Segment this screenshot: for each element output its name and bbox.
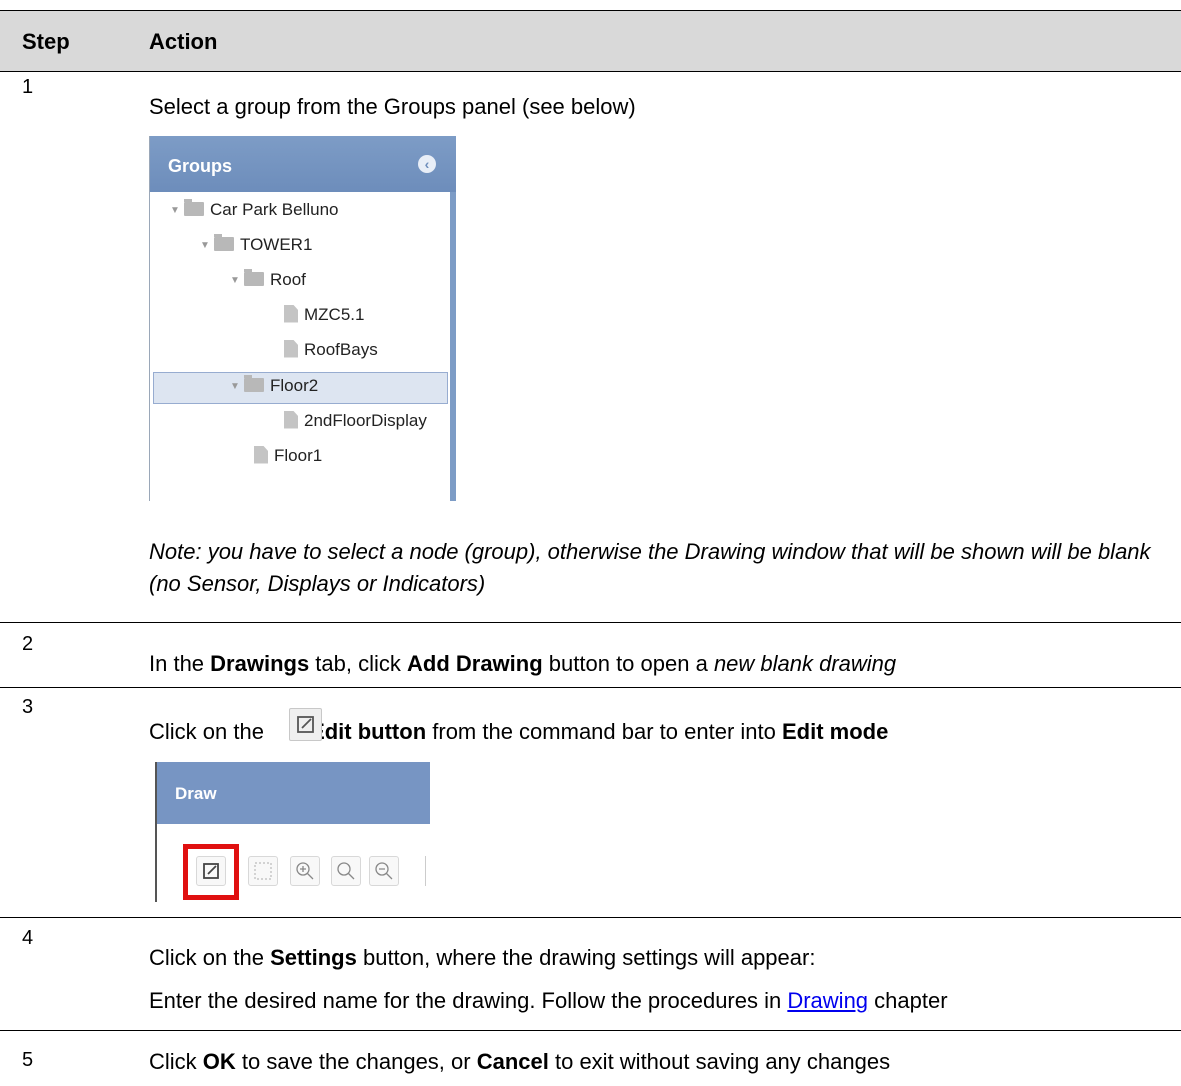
file-icon: [284, 304, 298, 323]
folder-icon: [184, 198, 204, 216]
groups-panel-header: Groups ‹: [150, 136, 456, 192]
zoom-in-icon[interactable]: [290, 856, 320, 886]
tree-node-label: Floor1: [274, 446, 323, 465]
tree-node-label: Roof: [270, 270, 306, 289]
drawing-link[interactable]: Drawing: [787, 988, 868, 1013]
expand-arrow-icon[interactable]: ▼: [200, 240, 214, 251]
header-action: Action: [149, 29, 218, 54]
file-icon: [284, 411, 298, 429]
tree-node-label: Car Park Belluno: [210, 200, 339, 219]
step-number: 3: [22, 696, 34, 718]
row-divider: [0, 622, 1181, 623]
groups-panel-title: Groups: [168, 156, 233, 176]
tree-node[interactable]: ▼ Car Park Belluno: [170, 198, 339, 232]
step-text: Click on the Edit button from the comman…: [149, 719, 889, 744]
tree-node[interactable]: MZC5.1: [284, 304, 365, 337]
header-step: Step: [22, 29, 70, 54]
row-divider: [0, 917, 1181, 918]
tree-node[interactable]: ▼ Roof: [230, 268, 306, 302]
file-icon: [284, 339, 298, 358]
row-divider: [0, 687, 1181, 688]
tree-node-label: Floor2: [270, 376, 319, 395]
step-note: Note: you have to select a node (group),…: [149, 539, 1151, 596]
tree-node-label: RoofBays: [304, 340, 378, 359]
zoom-out-icon[interactable]: [369, 856, 399, 886]
tree-node[interactable]: RoofBays: [284, 339, 378, 372]
step-number: 5: [22, 1049, 34, 1071]
step-text: Click OK to save the changes, or Cancel …: [149, 1049, 891, 1074]
tree-node-label: 2ndFloorDisplay: [304, 411, 427, 430]
draw-panel-header: Draw: [157, 762, 430, 824]
select-rect-icon[interactable]: [248, 856, 278, 886]
folder-icon: [214, 233, 234, 251]
tree-node[interactable]: ▼ TOWER1: [200, 233, 313, 267]
step-text-line2: Enter the desired name for the drawing. …: [149, 988, 948, 1013]
step-text: In the Drawings tab, click Add Drawing b…: [149, 651, 897, 676]
toolbar-separator: [425, 856, 426, 886]
folder-icon: [244, 374, 264, 392]
step-number: 4: [22, 927, 34, 949]
folder-icon: [244, 268, 264, 286]
expand-arrow-icon[interactable]: ▼: [230, 381, 244, 392]
tree-node[interactable]: Floor1: [254, 445, 323, 478]
draw-panel: Draw: [155, 762, 430, 902]
step-text: Click on the Settings button, where the …: [149, 945, 816, 970]
zoom-icon[interactable]: [331, 856, 361, 886]
expand-arrow-icon[interactable]: ▼: [230, 275, 244, 286]
step-number: 2: [22, 633, 34, 655]
panel-border: [450, 192, 456, 501]
draw-panel-title: Draw: [175, 784, 217, 803]
step-number: 1: [22, 76, 34, 98]
file-icon: [254, 445, 268, 464]
row-divider: [0, 1030, 1181, 1031]
tree-node-label: TOWER1: [240, 235, 313, 254]
edit-icon: [289, 708, 322, 741]
groups-panel: Groups ‹ ▼ Car Park Belluno ▼ TOWER1 ▼ Roof…: [149, 136, 456, 501]
chevron-left-circle-icon[interactable]: ‹: [418, 155, 436, 173]
tree-node[interactable]: 2ndFloorDisplay: [284, 411, 450, 443]
tree-node-label: MZC5.1: [304, 305, 365, 324]
table-header: Step Action: [0, 10, 1181, 72]
tree-node-selected[interactable]: ▼ Floor2: [230, 374, 319, 408]
expand-arrow-icon[interactable]: ▼: [170, 205, 184, 216]
step-text: Select a group from the Groups panel (se…: [149, 94, 636, 119]
edit-icon[interactable]: [196, 856, 226, 886]
